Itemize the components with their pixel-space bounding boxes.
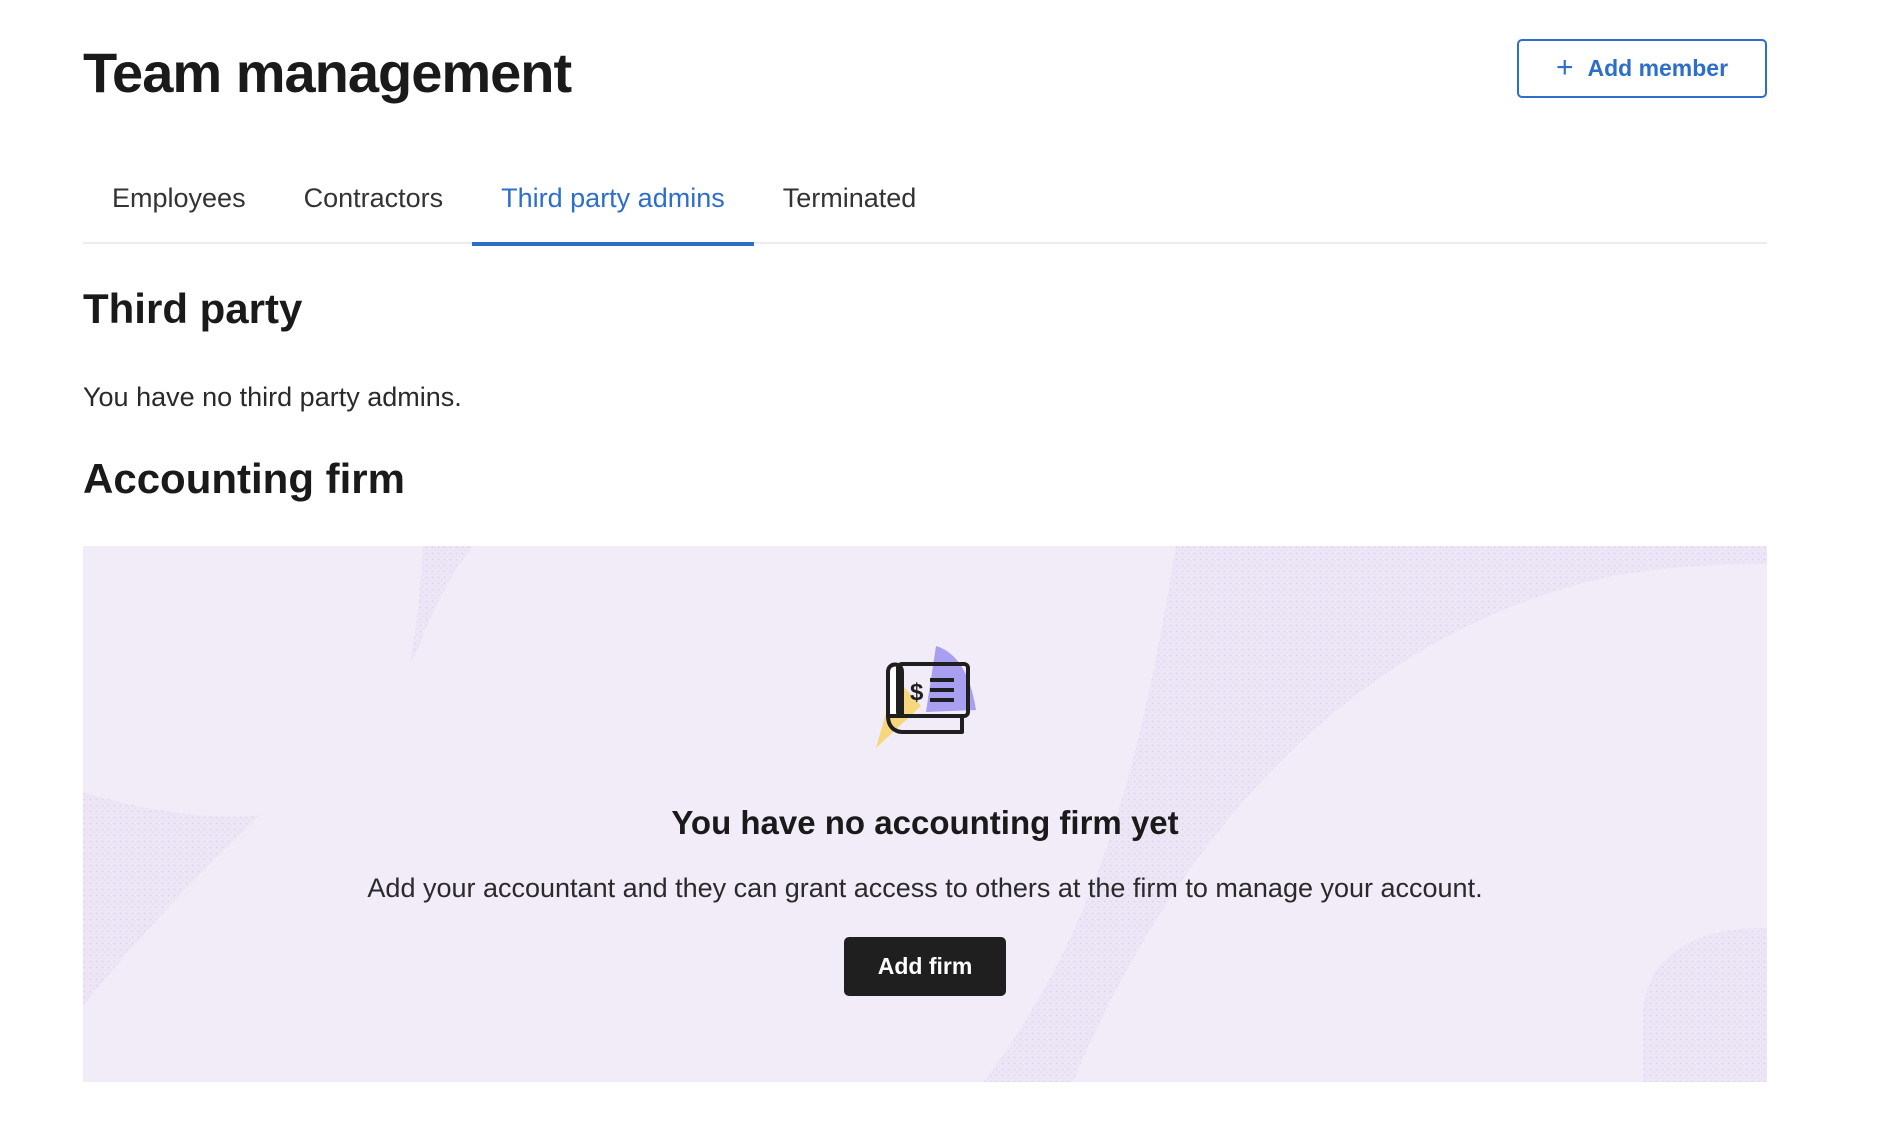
tab-terminated[interactable]: Terminated [754, 160, 946, 244]
tab-label: Contractors [303, 182, 444, 213]
add-member-label: Add member [1587, 55, 1729, 81]
tab-contractors[interactable]: Contractors [275, 160, 473, 244]
plus-icon: + [1555, 50, 1574, 84]
tab-label: Employees [112, 182, 246, 213]
tab-label: Terminated [782, 182, 917, 213]
tab-third-party-admins[interactable]: Third party admins [472, 160, 754, 246]
page-header: Team management + Add member [83, 36, 1767, 106]
empty-state-description: Add your accountant and they can grant a… [367, 873, 1483, 903]
empty-state-title: You have no accounting firm yet [671, 804, 1179, 841]
check-document-icon: $ [876, 646, 976, 748]
team-management-page: Team management + Add member Employees C… [0, 0, 1896, 1148]
third-party-heading: Third party [83, 285, 303, 332]
page-title: Team management [83, 41, 572, 104]
empty-state-content: $ You have no accounting firm yet Add yo… [83, 546, 1767, 1082]
svg-text:$: $ [910, 679, 924, 706]
tab-label: Third party admins [501, 182, 725, 213]
third-party-empty-text: You have no third party admins. [83, 382, 462, 412]
add-firm-button[interactable]: Add firm [844, 937, 1006, 996]
accounting-firm-heading: Accounting firm [83, 455, 405, 502]
tab-employees[interactable]: Employees [83, 160, 275, 244]
accounting-firm-empty-state: $ You have no accounting firm yet Add yo… [83, 546, 1767, 1082]
tab-bar: Employees Contractors Third party admins… [83, 160, 1767, 246]
add-member-button[interactable]: + Add member [1517, 39, 1767, 98]
